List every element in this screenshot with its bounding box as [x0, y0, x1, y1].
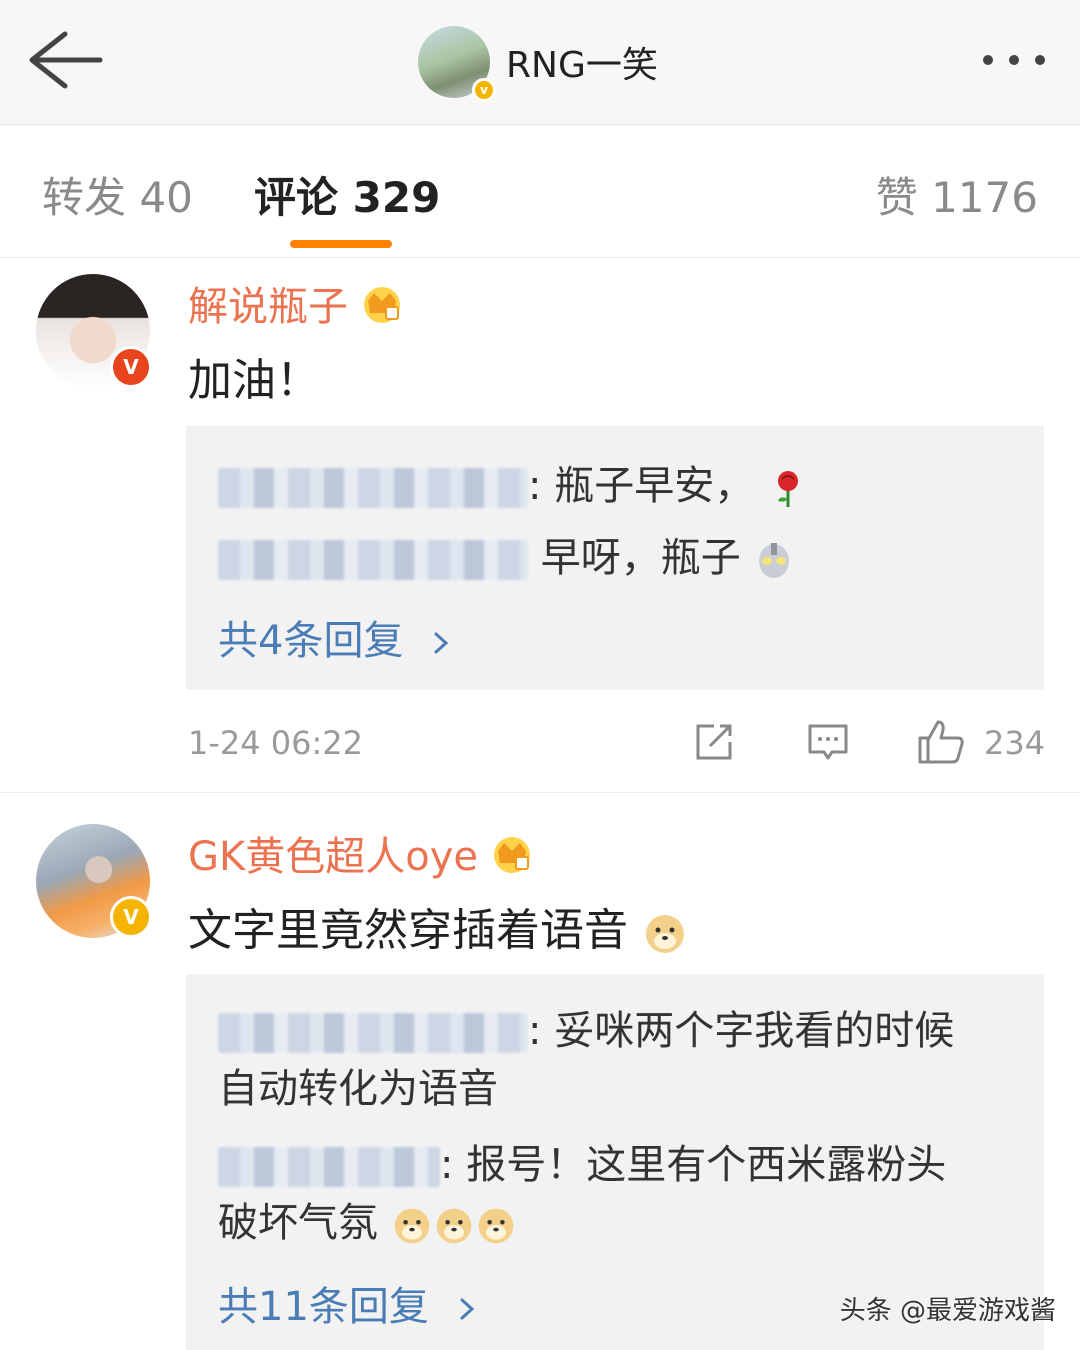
comment-item: V GK黄色超人oye 文字里竟然穿插着语音 : 妥咪两个字我看的时候 自动转化…: [0, 794, 1080, 1350]
rose-icon: [777, 471, 798, 507]
doge-icon: [394, 1208, 430, 1244]
more-button[interactable]: [974, 40, 1054, 80]
doge-icon: [436, 1208, 472, 1244]
tab-bar: 转发 40 评论 329 赞 1176: [0, 126, 1080, 258]
more-replies-text: 共11条回复: [218, 1284, 429, 1330]
doge-icon: [646, 915, 684, 953]
reply-text: : 报号！这里有个西米露粉头: [440, 1142, 947, 1188]
share-button[interactable]: [692, 720, 736, 768]
crown-icon: [493, 837, 530, 873]
crown-icon: [364, 287, 400, 323]
reply-text: : 妥咪两个字我看的时候: [528, 1008, 955, 1054]
verified-icon: v: [472, 78, 496, 102]
commenter-name[interactable]: 解说瓶子: [188, 274, 404, 332]
reply-button[interactable]: [806, 720, 850, 768]
reply-text-continued: 自动转化为语音: [218, 1066, 498, 1112]
view-more-replies-link[interactable]: 共4条回复: [218, 608, 456, 666]
blurred-username: [218, 468, 528, 508]
active-tab-indicator: [290, 240, 392, 248]
back-arrow-icon: [29, 31, 103, 89]
page-title: RNG一笑: [506, 45, 658, 86]
reply-item[interactable]: : 报号！这里有个西米露粉头 破坏气氛: [218, 1136, 946, 1252]
like-icon: [918, 720, 964, 764]
commenter-name-text: 解说瓶子: [188, 284, 348, 330]
comment-item: V 解说瓶子 加油！ : 瓶子早安， 早呀，瓶子 共4条回复 1-24 06:2…: [0, 258, 1080, 793]
blurred-username: [218, 1013, 528, 1053]
comment-icon: [808, 724, 848, 760]
commenter-name[interactable]: GK黄色超人oye: [188, 824, 534, 882]
share-icon: [696, 724, 732, 760]
tab-like[interactable]: 赞 1176: [876, 164, 1038, 225]
reply-text: : 瓶子早安，: [528, 463, 755, 509]
reply-text: 早呀，瓶子: [540, 535, 741, 581]
reply-box[interactable]: : 瓶子早安， 早呀，瓶子 共4条回复: [186, 426, 1044, 690]
comment-body: 文字里竟然穿插着语音: [188, 894, 688, 958]
blurred-username: [218, 1147, 440, 1187]
like-button[interactable]: [916, 716, 966, 770]
comment-body-text: 文字里竟然穿插着语音: [188, 905, 628, 956]
reply-item[interactable]: 早呀，瓶子: [218, 530, 795, 586]
reply-item[interactable]: : 瓶子早安，: [218, 458, 809, 514]
blurred-username: [218, 540, 528, 580]
verified-icon: V: [110, 346, 152, 388]
reply-item[interactable]: : 妥咪两个字我看的时候 自动转化为语音: [218, 1002, 954, 1118]
chevron-right-icon: [434, 632, 449, 654]
view-more-replies-link[interactable]: 共11条回复: [218, 1274, 482, 1332]
chevron-right-icon: [460, 1298, 474, 1320]
tab-forward[interactable]: 转发 40: [42, 164, 193, 225]
back-button[interactable]: [20, 22, 110, 98]
doge-icon: [478, 1208, 514, 1244]
more-replies-text: 共4条回复: [218, 618, 404, 664]
ultraman-icon: [759, 543, 790, 578]
top-bar: v RNG一笑: [0, 0, 1080, 125]
more-icon: [983, 55, 1045, 65]
like-count: 234: [984, 724, 1046, 762]
verified-icon: V: [110, 896, 152, 938]
watermark: 头条 @最爱游戏酱: [839, 1296, 1056, 1326]
profile-header[interactable]: v RNG一笑: [418, 22, 658, 102]
commenter-name-text: GK黄色超人oye: [188, 834, 478, 880]
comment-time: 1-24 06:22: [188, 724, 364, 762]
reply-text-continued: 破坏气氛: [218, 1200, 378, 1246]
comment-body: 加油！: [188, 355, 320, 406]
tab-comment[interactable]: 评论 329: [254, 164, 440, 225]
